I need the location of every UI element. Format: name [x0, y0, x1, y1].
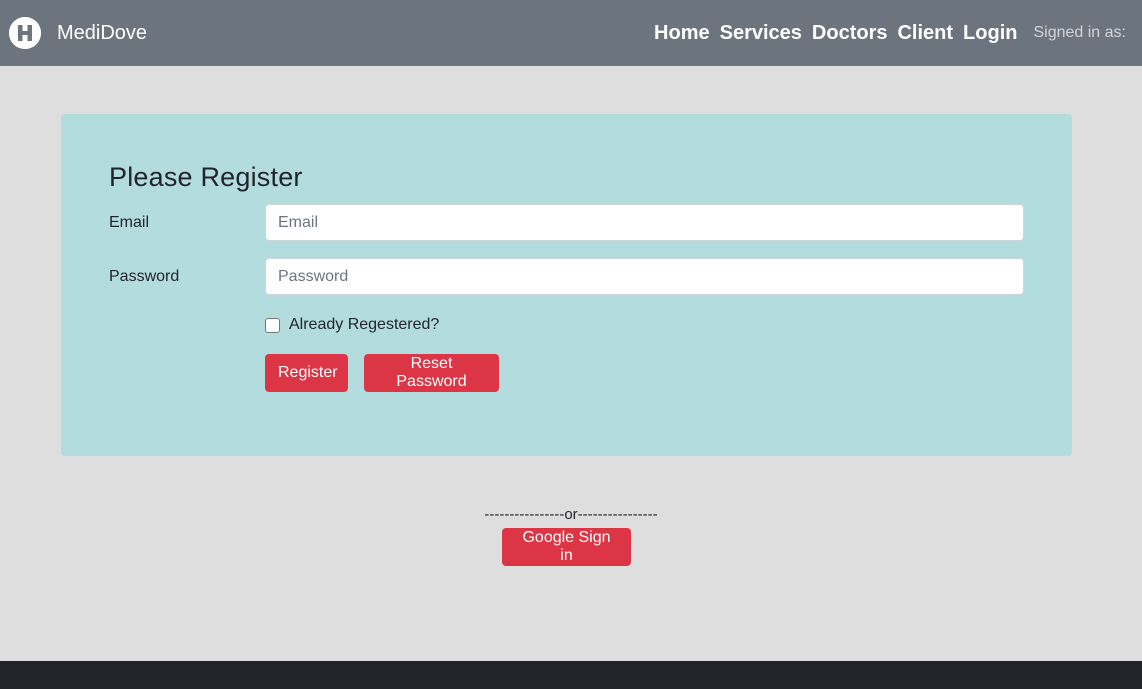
password-label: Password: [109, 268, 180, 285]
google-sign-in-button[interactable]: Google Sign in: [502, 528, 631, 566]
signed-in-text: Signed in as:: [1033, 24, 1126, 41]
already-registered-label[interactable]: Already Regestered?: [289, 316, 439, 334]
brand-name[interactable]: MediDove: [57, 22, 147, 45]
nav-link-services[interactable]: Services: [720, 22, 802, 45]
already-registered-checkbox[interactable]: [265, 317, 280, 333]
reset-password-button[interactable]: Reset Password: [364, 354, 499, 392]
already-registered-row: Already Regestered?: [265, 316, 439, 334]
email-label: Email: [109, 214, 150, 231]
nav-link-client[interactable]: Client: [897, 22, 953, 45]
or-separator: ----------------or----------------: [484, 506, 658, 523]
email-field[interactable]: [265, 204, 1024, 241]
nav-link-home[interactable]: Home: [654, 22, 710, 45]
nav-link-doctors[interactable]: Doctors: [812, 22, 888, 45]
page-title: Please Register: [109, 162, 303, 192]
footer: [0, 661, 1142, 689]
nav-link-login[interactable]: Login: [963, 22, 1017, 45]
register-card: Please Register Email Password Already R…: [61, 114, 1072, 456]
register-button[interactable]: Register: [265, 354, 348, 392]
navbar: MediDove Home Services Doctors Client Lo…: [0, 0, 1142, 66]
brand[interactable]: MediDove: [9, 17, 147, 49]
nav-links: Home Services Doctors Client Login Signe…: [644, 0, 1142, 66]
password-field[interactable]: [265, 258, 1024, 295]
hospital-logo-icon: [9, 17, 41, 49]
